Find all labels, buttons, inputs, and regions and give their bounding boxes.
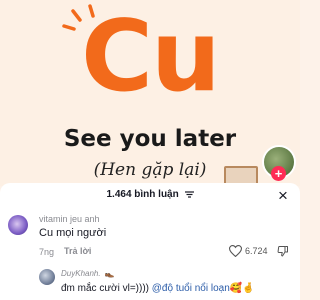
video-player[interactable]: Cu See you later (Hen gặp lại) + [0,0,300,186]
reply-username-text: DuyKhanh. [61,269,101,278]
follow-plus-icon[interactable]: + [271,166,286,181]
like-count: 6.724 [245,246,268,256]
video-subtitle: See you later [63,126,237,152]
comment-text: Cu mọi người [39,227,107,239]
reply-text-body: đm mắc cười vl=)))) [61,283,152,294]
comments-header: 1.464 bình luận [0,189,300,205]
comment-username[interactable]: vitamin jeu anh [39,214,100,224]
sort-lines-icon[interactable] [184,191,194,198]
dislike-icon[interactable] [277,245,289,257]
avatar[interactable] [8,215,28,235]
heart-icon [229,245,242,257]
reply-button[interactable]: Trả lời [64,246,91,256]
close-icon[interactable]: × [275,187,291,204]
reply-username[interactable]: DuyKhanh. 👞 [61,269,115,278]
comment-time: 7ng [39,247,55,257]
comments-count: 1.464 bình luận [106,189,179,200]
mention-link[interactable]: @độ tuổi nổi loạn🥰🤞 [152,283,255,294]
avatar[interactable] [39,269,55,285]
user-badge: 👞 [104,269,115,278]
video-headline: Cu [81,0,221,114]
comments-sheet: 1.464 bình luận × vitamin jeu anh Cu mọi… [0,183,300,300]
reply-text: đm mắc cười vl=)))) @độ tuổi nổi loạn🥰🤞 [61,283,255,294]
like-button[interactable]: 6.724 [229,244,268,258]
